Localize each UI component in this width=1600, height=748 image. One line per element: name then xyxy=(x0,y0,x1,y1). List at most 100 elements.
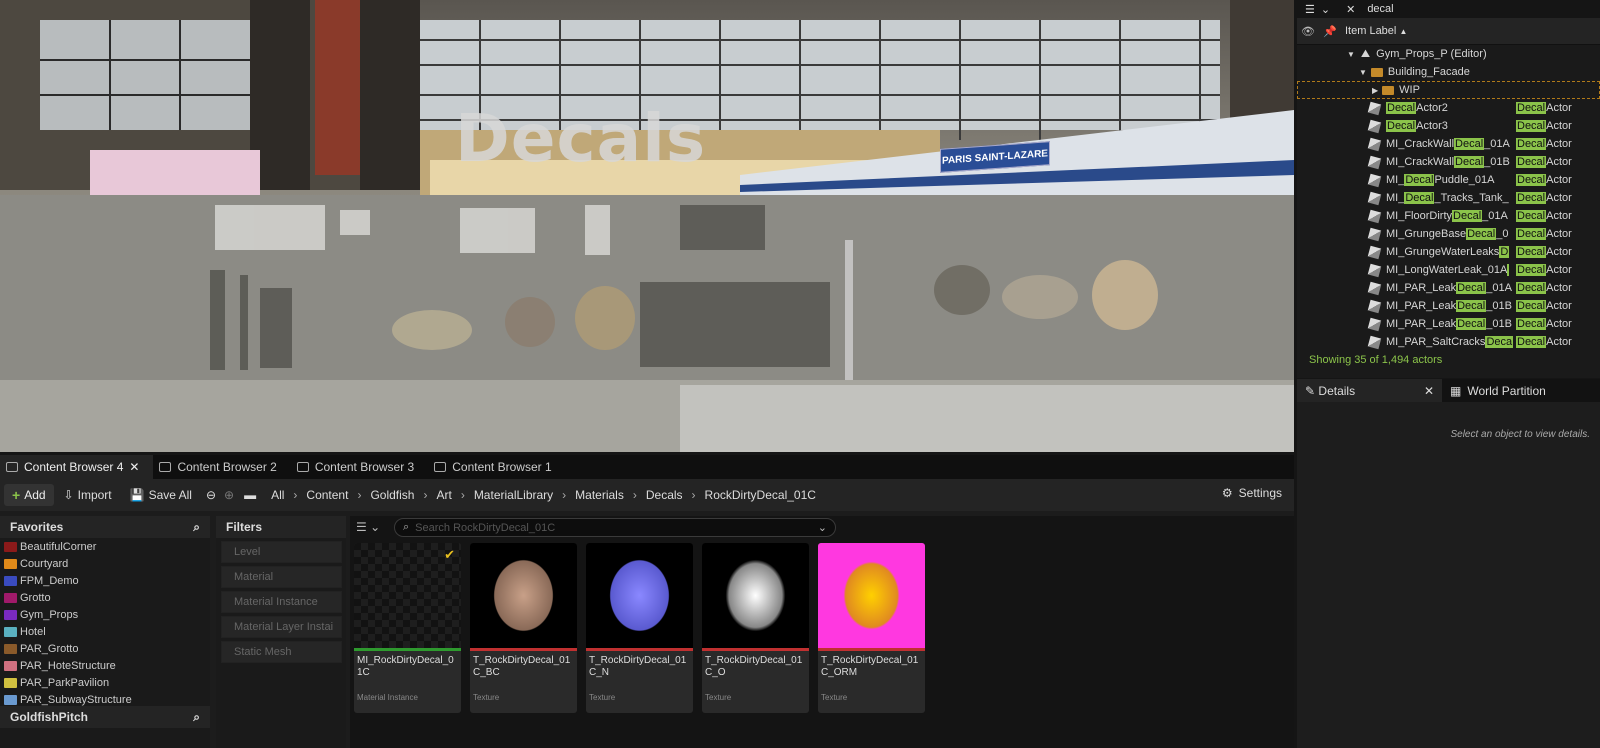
favorite-folder-item[interactable]: PAR_Grotto xyxy=(0,640,210,657)
asset-search-input[interactable]: ⌕ Search RockDirtyDecal_01C ⌄ xyxy=(394,518,836,537)
collapse-arrow-icon[interactable]: ▶ xyxy=(1372,86,1378,95)
outliner-actor-row[interactable]: DecalActor2 DecalActor xyxy=(1297,99,1600,117)
favorite-folder-item[interactable]: BeautifulCorner xyxy=(0,538,210,555)
asset-tile[interactable]: ✔ MI_RockDirtyDecal_01C Material Instance xyxy=(354,543,461,713)
outliner-actor-row[interactable]: MI_PAR_LeakDecal_01A DecalActor xyxy=(1297,279,1600,297)
settings-button[interactable]: ⚙ Settings xyxy=(1222,486,1282,500)
filter-icon[interactable]: ☰ ⌄ xyxy=(356,520,380,534)
favorite-folder-item[interactable]: PAR_ParkPavilion xyxy=(0,674,210,691)
breadcrumb-item[interactable]: Content xyxy=(297,488,357,502)
breadcrumb-item[interactable]: Goldfish xyxy=(361,488,423,502)
outliner-wip-folder-row[interactable]: ▶ WIP xyxy=(1297,81,1600,99)
outliner-actor-row[interactable]: MI_CrackWallDecal_01B DecalActor xyxy=(1297,153,1600,171)
breadcrumb-item[interactable]: Materials xyxy=(566,488,633,502)
decal-actor-icon xyxy=(1367,245,1382,259)
asset-type: Texture xyxy=(473,693,500,702)
favorite-folder-label: PAR_Grotto xyxy=(20,642,79,655)
outliner-actor-row[interactable]: MI_FloorDirtyDecal_01A DecalActor xyxy=(1297,207,1600,225)
save-icon: 💾 xyxy=(129,488,145,502)
outliner-search-input[interactable]: decal xyxy=(1367,3,1393,15)
filter-icon[interactable]: ☰ xyxy=(1305,3,1315,16)
favorite-folder-label: BeautifulCorner xyxy=(20,540,97,553)
search-highlight: Decal xyxy=(1456,282,1487,294)
close-icon[interactable]: ✕ xyxy=(129,460,139,474)
actor-name: MI_CrackWallDecal_01A xyxy=(1367,137,1510,151)
filter-item[interactable]: Static Mesh xyxy=(221,641,342,663)
item-label-column[interactable]: Item Label ▲ xyxy=(1345,25,1407,37)
viewport-scene xyxy=(0,0,1294,452)
chevron-down-icon[interactable]: ⌄ xyxy=(1321,3,1330,16)
outliner-actor-row[interactable]: MI_CrackWallDecal_01A DecalActor xyxy=(1297,135,1600,153)
level-icon: ⛰ xyxy=(1360,47,1371,60)
outliner-actor-row[interactable]: MI_PAR_LeakDecal_01B DecalActor xyxy=(1297,297,1600,315)
save-all-button[interactable]: 💾 Save All xyxy=(122,485,200,505)
visibility-icon[interactable]: 👁 xyxy=(1297,25,1319,38)
outliner-actor-row[interactable]: DecalActor3 DecalActor xyxy=(1297,117,1600,135)
favorite-folder-item[interactable]: PAR_HoteStructure xyxy=(0,657,210,674)
asset-tile[interactable]: T_RockDirtyDecal_01C_ORM Texture xyxy=(818,543,925,713)
project-header[interactable]: GoldfishPitch ⌕ xyxy=(0,706,210,728)
actor-name-prefix: MI_CrackWall xyxy=(1386,138,1455,150)
filter-item[interactable]: Material Layer Instai xyxy=(221,616,342,638)
actor-type-suffix: Actor xyxy=(1546,156,1572,168)
favorite-folder-item[interactable]: Courtyard xyxy=(0,555,210,572)
favorite-folder-item[interactable]: Hotel xyxy=(0,623,210,640)
asset-tile[interactable]: T_RockDirtyDecal_01C_O Texture xyxy=(702,543,809,713)
tab-content-browser-3[interactable]: Content Browser 3 xyxy=(291,455,428,479)
tab-world-partition[interactable]: ▦ World Partition xyxy=(1442,379,1554,402)
outliner-actor-row[interactable]: MI_LongWaterLeak_01A DecalActor xyxy=(1297,261,1600,279)
favorites-header[interactable]: Favorites ⌕ xyxy=(0,516,210,538)
search-icon[interactable]: ⌕ xyxy=(193,520,200,535)
close-icon[interactable]: ✕ xyxy=(1424,384,1434,398)
breadcrumb-item[interactable]: RockDirtyDecal_01C xyxy=(696,488,825,502)
import-button[interactable]: ⇩ Import xyxy=(56,485,120,505)
asset-thumbnail: ✔ xyxy=(354,543,461,648)
actor-name: MI_FloorDirtyDecal_01A xyxy=(1367,209,1508,223)
asset-name: T_RockDirtyDecal_01C_N xyxy=(589,655,687,678)
tab-details[interactable]: ✎ Details ✕ xyxy=(1297,379,1442,402)
outliner-actor-row[interactable]: MI_GrungeWaterLeaksD DecalActor xyxy=(1297,243,1600,261)
breadcrumb-item[interactable]: MaterialLibrary xyxy=(465,488,562,502)
breadcrumb-item[interactable]: Decals xyxy=(637,488,692,502)
folder-icon[interactable]: ▬ xyxy=(244,488,256,502)
chevron-down-icon[interactable]: ⌄ xyxy=(818,521,827,534)
outliner-actor-row[interactable]: MI_PAR_SaltCracksDeca DecalActor xyxy=(1297,333,1600,351)
filter-item[interactable]: Material Instance xyxy=(221,591,342,613)
filter-item[interactable]: Material xyxy=(221,566,342,588)
content-browser-toolbar: + Add ⇩ Import 💾 Save All ⊖ ⊕ ▬ All › Content… xyxy=(0,479,1294,511)
add-button[interactable]: + Add xyxy=(4,484,54,506)
pin-icon[interactable]: 📌 xyxy=(1319,25,1341,38)
filter-item[interactable]: Level xyxy=(221,541,342,563)
outliner-actor-row[interactable]: MI_DecalPuddle_01A DecalActor xyxy=(1297,171,1600,189)
actor-name: DecalActor2 xyxy=(1367,101,1448,115)
actor-type: DecalActor xyxy=(1516,120,1572,132)
tab-content-browser-1[interactable]: Content Browser 4 ✕ xyxy=(0,455,154,479)
actor-name-prefix: MI_PAR_Leak xyxy=(1386,318,1457,330)
actor-name-suffix: _Tracks_Tank_ xyxy=(1434,192,1509,204)
breadcrumb-item[interactable]: All xyxy=(262,488,293,502)
expand-arrow-icon[interactable]: ▼ xyxy=(1359,68,1367,77)
asset-tile[interactable]: T_RockDirtyDecal_01C_N Texture xyxy=(586,543,693,713)
outliner-actor-row[interactable]: MI_Decal_Tracks_Tank_ DecalActor xyxy=(1297,189,1600,207)
tab-content-browser-4[interactable]: Content Browser 1 xyxy=(428,455,565,479)
level-viewport[interactable]: Decals PARIS SAINT-LAZARE xyxy=(0,0,1294,452)
content-browser-icon xyxy=(296,462,309,472)
outliner-root-row[interactable]: ▼ ⛰ Gym_Props_P (Editor) xyxy=(1297,45,1600,63)
outliner-actor-row[interactable]: MI_GrungeBaseDecal_0 DecalActor xyxy=(1297,225,1600,243)
favorite-folder-label: FPM_Demo xyxy=(20,574,79,587)
expand-arrow-icon[interactable]: ▼ xyxy=(1347,50,1355,59)
search-icon[interactable]: ⌕ xyxy=(193,710,200,725)
favorite-folder-item[interactable]: Grotto xyxy=(0,589,210,606)
favorite-folder-label: PAR_ParkPavilion xyxy=(20,676,110,689)
outliner-folder-row[interactable]: ▼ Building_Facade xyxy=(1297,63,1600,81)
outliner-actor-row[interactable]: MI_PAR_LeakDecal_01B DecalActor xyxy=(1297,315,1600,333)
forward-icon[interactable]: ⊕ xyxy=(224,488,234,502)
breadcrumb-item[interactable]: Art xyxy=(427,488,460,502)
back-icon[interactable]: ⊖ xyxy=(206,488,216,502)
actor-name: MI_Decal_Tracks_Tank_ xyxy=(1367,191,1509,205)
asset-tile[interactable]: T_RockDirtyDecal_01C_BC Texture xyxy=(470,543,577,713)
clear-search-icon[interactable]: ✕ xyxy=(1346,3,1355,16)
favorite-folder-item[interactable]: Gym_Props xyxy=(0,606,210,623)
tab-content-browser-2[interactable]: Content Browser 2 xyxy=(153,455,290,479)
favorite-folder-item[interactable]: FPM_Demo xyxy=(0,572,210,589)
